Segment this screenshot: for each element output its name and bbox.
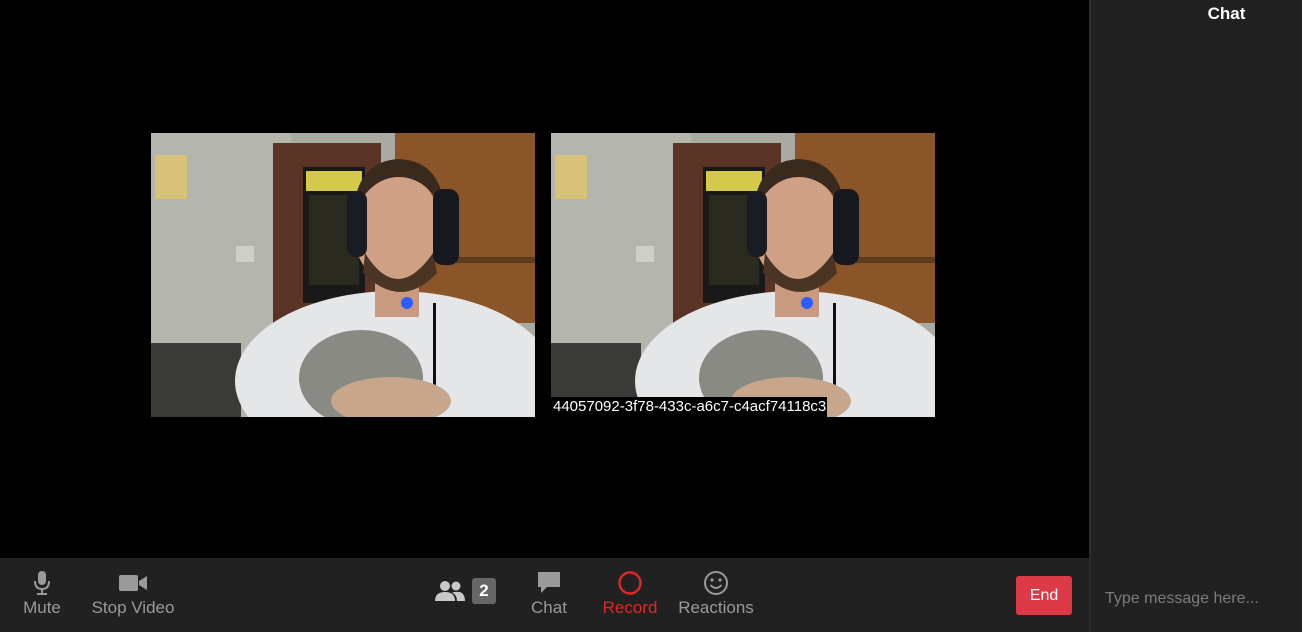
- record-button[interactable]: Record: [600, 568, 660, 618]
- video-tile-1[interactable]: [151, 133, 535, 417]
- stop-video-label: Stop Video: [91, 598, 175, 617]
- chat-message-input[interactable]: [1105, 586, 1295, 612]
- reactions-label: Reactions: [678, 598, 754, 617]
- end-meeting-button[interactable]: End: [1016, 576, 1072, 615]
- chat-bubble-icon: [536, 568, 562, 598]
- record-icon: [617, 568, 643, 598]
- record-label: Record: [602, 598, 658, 617]
- reactions-button[interactable]: Reactions: [676, 568, 756, 618]
- chat-panel: Chat: [1089, 0, 1302, 632]
- meeting-toolbar: Mute Stop Video 2 Chat Record Reactions: [0, 558, 1089, 632]
- microphone-icon: [32, 568, 52, 598]
- participants-icon: [434, 576, 466, 606]
- webcam-feed: [151, 133, 535, 417]
- chat-panel-title: Chat: [1207, 4, 1246, 23]
- mute-label: Mute: [23, 598, 61, 617]
- smiley-icon: [703, 568, 729, 598]
- video-camera-icon: [118, 568, 148, 598]
- participants-button[interactable]: 2: [434, 576, 504, 606]
- participant-name-label: 44057092-3f78-433c-a6c7-c4acf74118c3: [551, 397, 828, 417]
- video-tile-2[interactable]: 44057092-3f78-433c-a6c7-c4acf74118c3: [551, 133, 935, 417]
- chat-button[interactable]: Chat: [526, 568, 572, 618]
- chat-label: Chat: [531, 598, 567, 617]
- stop-video-button[interactable]: Stop Video: [88, 568, 178, 618]
- video-stage: 44057092-3f78-433c-a6c7-c4acf74118c3: [0, 0, 1089, 558]
- participant-count-badge: 2: [472, 578, 496, 604]
- mute-button[interactable]: Mute: [18, 568, 66, 618]
- webcam-feed: [551, 133, 935, 417]
